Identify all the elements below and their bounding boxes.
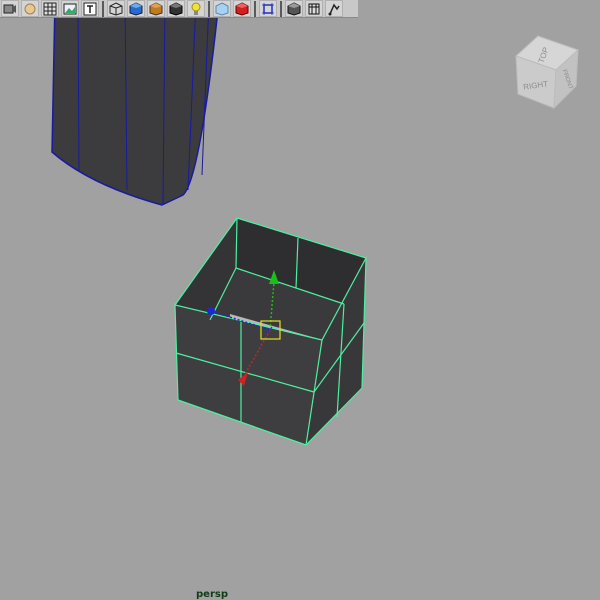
- select-camera-button[interactable]: [1, 0, 19, 17]
- image-plane-icon: [63, 3, 77, 14]
- use-all-lights-icon: [169, 1, 183, 16]
- camera-name-label: persp: [196, 589, 228, 600]
- image-plane-button[interactable]: [61, 0, 79, 17]
- grid-toggle-button[interactable]: [41, 0, 59, 17]
- toolbar-separator: [102, 0, 104, 17]
- textured-icon: [149, 1, 163, 16]
- wireframe-button[interactable]: [107, 0, 125, 17]
- gate-mask-button[interactable]: [325, 0, 343, 17]
- grid-toggle-icon: [43, 2, 57, 15]
- camera-attributes-icon: [24, 3, 36, 14]
- box-mesh[interactable]: [173, 217, 367, 446]
- resolution-gate-button[interactable]: [305, 0, 323, 17]
- camera-attributes-button[interactable]: [21, 0, 39, 17]
- shadows-icon: [191, 2, 201, 15]
- viewcube[interactable]: TOP RIGHT FRONT: [508, 34, 584, 112]
- perspective-viewport[interactable]: TOP RIGHT FRONT persp: [0, 0, 600, 600]
- shadows-button[interactable]: [187, 0, 205, 17]
- smooth-shade-button[interactable]: [127, 0, 145, 17]
- wireframe-icon: [109, 1, 123, 16]
- toolbar-separator: [280, 0, 282, 17]
- xray-button[interactable]: [213, 0, 231, 17]
- toolbar-separator: [208, 0, 210, 17]
- gate-mask-icon: [328, 3, 340, 15]
- smooth-shade-icon: [129, 1, 143, 16]
- resolution-gate-icon: [308, 3, 320, 14]
- use-all-lights-button[interactable]: [167, 0, 185, 17]
- manipulator-z-axis-icon[interactable]: [207, 307, 215, 315]
- xray-joints-icon: [235, 1, 249, 16]
- panel-toolbar: [0, 0, 358, 18]
- 2d-pan-zoom-icon: [83, 2, 97, 15]
- 2d-pan-zoom-button[interactable]: [81, 0, 99, 17]
- textured-button[interactable]: [147, 0, 165, 17]
- isolate-select-button[interactable]: [259, 0, 277, 17]
- xray-joints-button[interactable]: [233, 0, 251, 17]
- high-quality-button[interactable]: [285, 0, 303, 17]
- cylinder-mesh[interactable]: [51, 0, 220, 206]
- toolbar-separator: [254, 0, 256, 17]
- xray-icon: [215, 1, 229, 16]
- isolate-select-icon: [262, 2, 274, 15]
- select-camera-icon: [3, 4, 16, 13]
- high-quality-icon: [287, 1, 301, 16]
